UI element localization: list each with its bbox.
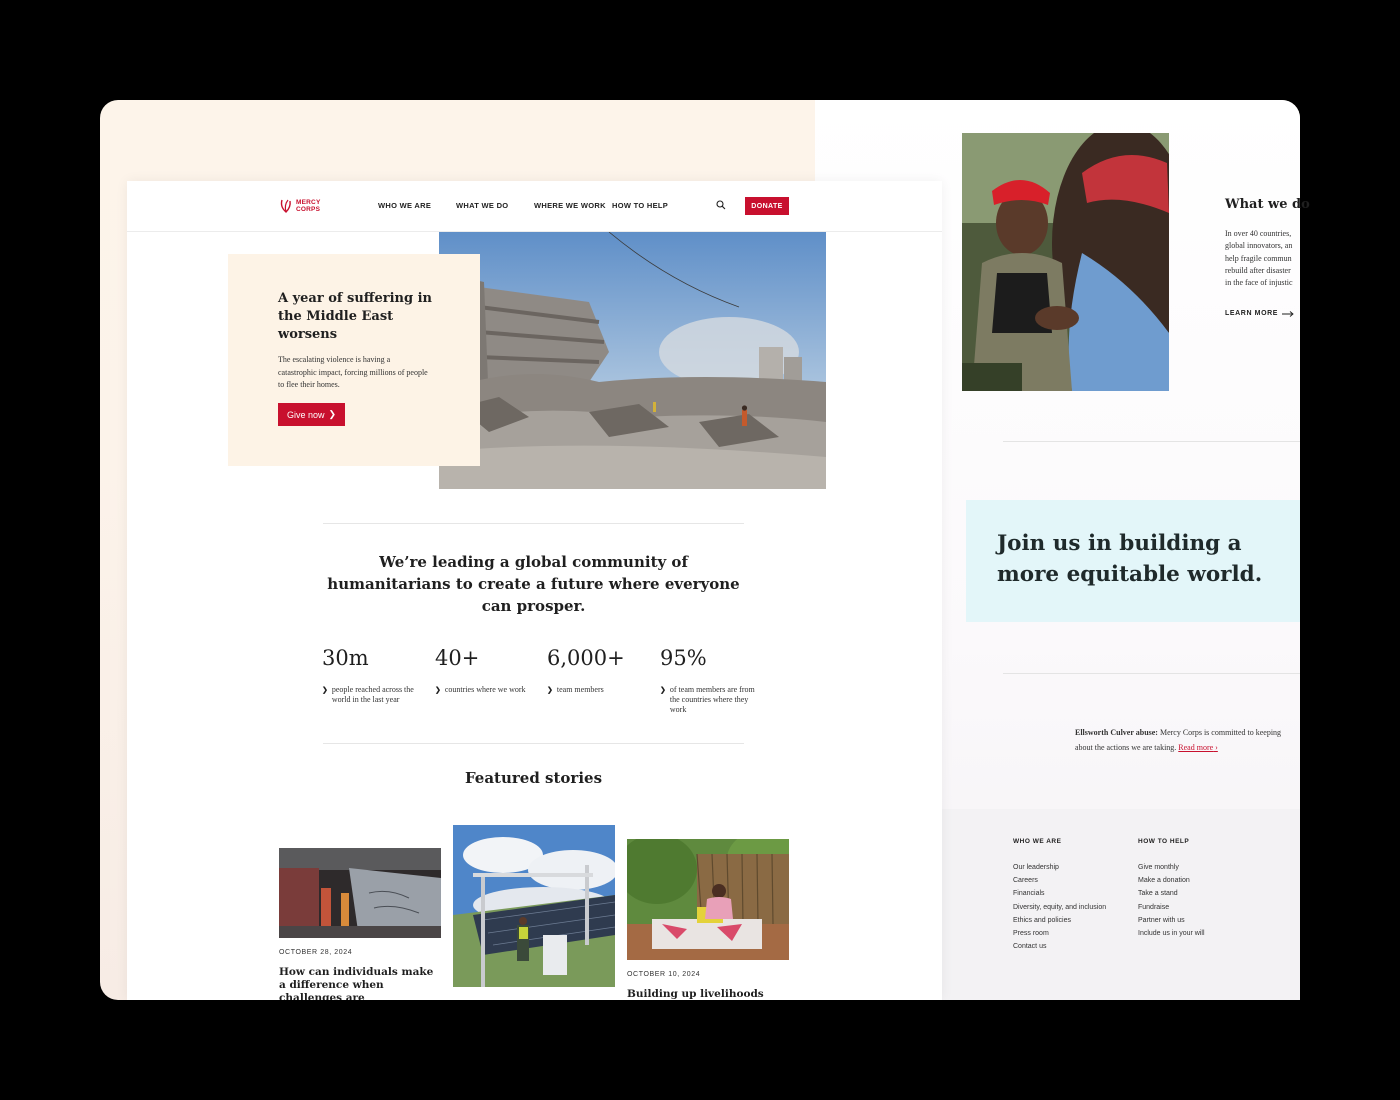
stat-local-team: 95% ❯ of team members are from the countr… [660, 645, 755, 715]
story-card[interactable]: OCTOBER 10, 2024 Building up livelihoods… [627, 839, 789, 1000]
nav-who-we-are[interactable]: WHO WE ARE [378, 201, 431, 210]
donate-button[interactable]: DONATE [745, 197, 789, 215]
mission-statement: We’re leading a global community of huma… [327, 553, 740, 615]
section-divider [323, 523, 744, 524]
section-divider [323, 743, 744, 744]
arrow-right-icon [1282, 310, 1294, 317]
story-card[interactable]: OCTOBER 28, 2024 How can individuals mak… [279, 848, 441, 1000]
aid-worker-photo [962, 133, 1169, 391]
give-now-label: Give now [286, 409, 325, 420]
footer-heading: HOW TO HELP [1138, 838, 1190, 845]
chevron-right-icon: ❯ [328, 409, 337, 419]
story-date: OCTOBER 28, 2024 [279, 949, 353, 956]
footer-link[interactable]: Fundraise [1138, 901, 1205, 914]
story-title: Building up livelihoods and [627, 988, 764, 1000]
stat-label: team members [556, 685, 604, 694]
text-line: In over 40 countries, [1225, 229, 1292, 238]
text-line: help fragile commun [1225, 253, 1292, 263]
stat-value: 40+ [435, 646, 480, 670]
story-image [453, 825, 615, 987]
stat-label: of team members are from the countries w… [669, 685, 755, 714]
nav-where-we-work[interactable]: WHERE WE WORK [534, 201, 606, 210]
footer-link[interactable]: Diversity, equity, and inclusion [1013, 901, 1106, 914]
hero-rubble-image [439, 232, 826, 489]
divider [1003, 441, 1300, 442]
logo-text-line: MERCY [296, 199, 321, 206]
footer-link[interactable]: Take a stand [1138, 887, 1205, 900]
chevron-right-icon: ❯ [547, 686, 553, 694]
stat-label: people reached across the world in the l… [331, 685, 414, 704]
hero-callout-card: A year of suffering in the Middle East w… [228, 254, 480, 466]
search-icon[interactable] [716, 200, 726, 210]
logo-mark-icon [280, 199, 291, 213]
footer-link[interactable]: Financials [1013, 887, 1106, 900]
stat-people-reached: 30m ❯ people reached across the world in … [322, 645, 417, 705]
abuse-notice-text: about the actions we are taking. [1075, 743, 1177, 752]
footer-heading: WHO WE ARE [1013, 838, 1062, 845]
mercy-corps-logo[interactable]: MERCY CORPS [279, 196, 323, 216]
footer-link[interactable]: Press room [1013, 927, 1106, 940]
footer-link[interactable]: Careers [1013, 874, 1106, 887]
nav-what-we-do[interactable]: WHAT WE DO [456, 201, 508, 210]
top-navigation: MERCY CORPS WHO WE ARE WHAT WE DO WHERE … [127, 181, 942, 232]
footer-link[interactable]: Partner with us [1138, 914, 1205, 927]
footer-link[interactable]: Contact us [1013, 940, 1106, 953]
abuse-notice: Ellsworth Culver abuse: Mercy Corps is c… [1075, 725, 1315, 755]
stat-team-members: 6,000+ ❯ team members [547, 645, 642, 695]
abuse-notice-bold: Ellsworth Culver abuse: [1075, 728, 1158, 737]
join-us-text: Join us in building a more equitable wor… [997, 531, 1263, 587]
footer-link[interactable]: Make a donation [1138, 874, 1205, 887]
story-title: How can individuals make a difference wh… [279, 966, 434, 1000]
read-more-label: Read more [1178, 743, 1214, 752]
chevron-right-icon: ❯ [435, 686, 441, 694]
homepage-card: MERCY CORPS WHO WE ARE WHAT WE DO WHERE … [127, 181, 942, 1000]
featured-stories-title: Featured stories [464, 769, 603, 787]
abuse-notice-text: Mercy Corps is committed to keeping [1157, 728, 1282, 737]
learn-more-label: LEARN MORE [1225, 310, 1279, 317]
footer-column-how-to-help: HOW TO HELP Give monthly Make a donation… [1138, 838, 1205, 940]
chevron-right-icon: ❯ [322, 686, 328, 694]
nav-how-to-help[interactable]: HOW TO HELP [612, 201, 668, 210]
learn-more-link[interactable]: LEARN MORE [1225, 310, 1294, 317]
story-image [627, 839, 789, 960]
site-footer: WHO WE ARE Our leadership Careers Financ… [941, 809, 1300, 1000]
footer-link[interactable]: Include us in your will [1138, 927, 1205, 940]
logo-text-line: CORPS [296, 206, 321, 213]
give-now-button[interactable]: Give now ❯ [278, 403, 345, 426]
text-line: rebuild after disaster [1225, 265, 1291, 275]
footer-link[interactable]: Give monthly [1138, 861, 1205, 874]
story-image [279, 848, 441, 938]
footer-column-who-we-are: WHO WE ARE Our leadership Careers Financ… [1013, 838, 1106, 953]
text-line: global innovators, an [1225, 241, 1293, 251]
what-we-do-heading: What we do [1225, 197, 1310, 212]
join-us-banner: Join us in building a more equitable wor… [966, 500, 1300, 622]
story-date: OCTOBER 10, 2024 [627, 971, 701, 978]
chevron-right-icon: ❯ [660, 686, 666, 694]
stat-countries: 40+ ❯ countries where we work [435, 645, 530, 695]
stat-label: countries where we work [444, 685, 526, 694]
story-card[interactable] [453, 825, 615, 987]
read-more-link[interactable]: Read more › [1178, 743, 1218, 752]
footer-link[interactable]: Our leadership [1013, 861, 1106, 874]
divider [1003, 673, 1300, 674]
what-we-do-text: In over 40 countries, global innovators,… [1225, 228, 1305, 289]
stat-value: 30m [322, 646, 369, 670]
hero-description: The escalating violence is having a cata… [278, 355, 428, 389]
stat-value: 6,000+ [547, 646, 625, 670]
footer-link[interactable]: Ethics and policies [1013, 914, 1106, 927]
stat-value: 95% [660, 646, 707, 670]
hero-title: A year of suffering in the Middle East w… [278, 291, 432, 342]
text-line: in the face of injustic [1225, 278, 1293, 288]
